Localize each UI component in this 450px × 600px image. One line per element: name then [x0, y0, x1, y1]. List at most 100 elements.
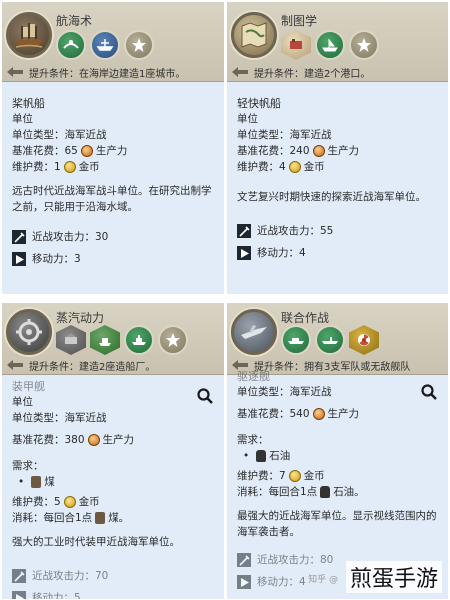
- upkeep-unit: 金币: [78, 496, 100, 508]
- star-icon[interactable]: [158, 325, 188, 355]
- requirement-item: 石油: [269, 450, 291, 462]
- production-icon: [312, 145, 325, 157]
- unit-type: 单位类型：海军近战: [237, 129, 332, 141]
- boost-icon: [232, 67, 248, 77]
- oil-icon: [320, 486, 331, 498]
- cost-text: 基准花费：540: [237, 408, 310, 420]
- nuclear-icon[interactable]: [349, 325, 379, 355]
- tech-portrait-map-icon[interactable]: [231, 12, 277, 58]
- consume-text: 消耗：每回合1点: [237, 486, 318, 498]
- sword-icon: [237, 224, 251, 238]
- oil-icon: [256, 450, 267, 462]
- sword-icon: [237, 553, 251, 567]
- harbor-district-icon[interactable]: [281, 30, 311, 60]
- unit-type: 单位类型：海军近战: [12, 129, 107, 141]
- tech-header: 蒸汽动力 提升条件：建造2座造船厂。: [2, 303, 224, 375]
- gold-icon: [288, 470, 301, 482]
- harbor-icon[interactable]: [56, 30, 86, 60]
- boost-text: 提升条件：建造2座造船厂。: [29, 361, 156, 373]
- unit-description: 最强大的近战海军单位。显示视线范围内的海军袭击者。: [237, 510, 437, 538]
- tech-portrait-steam-icon[interactable]: [6, 309, 52, 355]
- shipyard-icon[interactable]: [56, 325, 86, 355]
- gold-icon: [63, 161, 76, 173]
- cost-text: 基准花费：380: [12, 434, 85, 446]
- melee-text: 近战攻击力：55: [257, 225, 334, 237]
- sword-icon: [12, 569, 26, 583]
- boost-text: 提升条件：在海岸边建造1座城市。: [29, 68, 186, 80]
- tech-title: 蒸汽动力: [56, 311, 105, 325]
- upkeep-text: 维护费：5: [12, 496, 61, 508]
- move-row: 移动力：4: [237, 245, 440, 261]
- melee-text: 近战攻击力：70: [32, 570, 109, 582]
- move-text: 移动力：4: [257, 247, 306, 259]
- production-icon: [312, 408, 325, 420]
- bullet: •: [243, 450, 250, 462]
- consume-row: 消耗：每回合1点 煤。: [12, 510, 216, 526]
- upkeep-text: 维护费：4: [237, 161, 286, 173]
- sword-icon: [12, 230, 26, 244]
- upkeep-unit: 金币: [303, 470, 325, 482]
- unit-name: 轻快帆船: [237, 97, 281, 110]
- requirement-item: 煤: [44, 476, 55, 488]
- destroyer-unit-icon[interactable]: [281, 325, 311, 355]
- movement-icon: [12, 252, 26, 266]
- upkeep-text: 维护费：1: [12, 161, 61, 173]
- movement-icon: [12, 591, 26, 599]
- tech-title: 航海术: [56, 14, 93, 28]
- cost-row: 基准花费：240 生产力: [237, 143, 440, 159]
- unit-type: 单位类型：海军近战: [12, 412, 107, 424]
- unit-description: 远古时代近战海军战斗单位。在研究出制学之前，只能用于沿海水域。: [12, 185, 212, 213]
- melee-row: 近战攻击力：55: [237, 223, 440, 239]
- cost-unit: 生产力: [102, 434, 135, 446]
- tech-card-cartography: 制图学 提升条件：建造2个港口。 轻快帆船 单位 单位类型：海军近战 基准花费：…: [227, 2, 448, 294]
- star-icon[interactable]: [349, 30, 379, 60]
- gold-icon: [288, 161, 301, 173]
- requirement-label: 需求：: [237, 434, 269, 446]
- move-text: 移动力：5: [32, 592, 81, 599]
- galley-unit-icon[interactable]: [90, 30, 120, 60]
- move-row: 移动力：5: [12, 590, 216, 599]
- upkeep-unit: 金币: [78, 161, 100, 173]
- watermark: 煎蛋手游: [345, 561, 442, 593]
- tech-title: 联合作战: [281, 311, 330, 325]
- ironclad-unit-icon[interactable]: [124, 325, 154, 355]
- requirement-label: 需求：: [12, 460, 44, 472]
- upkeep-row: 维护费：1 金币: [12, 159, 216, 175]
- move-text: 移动力：3: [32, 253, 81, 265]
- cost-unit: 生产力: [327, 408, 360, 420]
- unit-name: 驱逐舰: [237, 370, 270, 383]
- unit-description: 文艺复兴时期快速的探索近战海军单位。: [237, 191, 426, 203]
- cost-unit: 生产力: [95, 145, 128, 157]
- movement-icon: [237, 246, 251, 260]
- coal-icon: [31, 476, 42, 488]
- tech-title: 制图学: [281, 14, 318, 28]
- cost-row: 基准花费：540 生产力: [237, 406, 440, 422]
- cost-row: 基准花费：65 生产力: [12, 143, 216, 159]
- gold-icon: [63, 496, 76, 508]
- cost-unit: 生产力: [327, 145, 360, 157]
- star-icon[interactable]: [124, 30, 154, 60]
- boost-condition: 提升条件：在海岸边建造1座城市。: [6, 64, 220, 80]
- unit-name: 装甲舰: [12, 380, 45, 393]
- upkeep-row: 维护费：7 金币: [237, 468, 440, 484]
- melee-row: 近战攻击力：70: [12, 568, 216, 584]
- aircraft-carrier-icon[interactable]: [315, 325, 345, 355]
- unit-label: 单位: [12, 113, 33, 125]
- production-icon: [87, 434, 100, 446]
- tech-header: 制图学 提升条件：建造2个港口。: [227, 2, 448, 82]
- tech-portrait-ship-icon[interactable]: [6, 12, 52, 58]
- cost-text: 基准花费：65: [12, 145, 78, 157]
- watermark-small: 知乎 @: [308, 575, 338, 585]
- caravel-unit-icon[interactable]: [315, 30, 345, 60]
- unit-label: 单位: [12, 396, 33, 408]
- unit-info: 轻快帆船 单位 单位类型：海军近战 基准花费：240 生产力 维护费：4 金币 …: [237, 96, 440, 261]
- tech-header: 航海术 提升条件：在海岸边建造1座城市。: [2, 2, 224, 82]
- boost-icon: [7, 67, 23, 77]
- tech-card-combined-arms: 联合作战 提升条件：拥有3支军队或无敌舰队 驱逐舰 单位类型：海军近战 基准花费…: [227, 303, 448, 599]
- tech-portrait-jet-icon[interactable]: [231, 309, 277, 355]
- melee-row: 近战攻击力：30: [12, 229, 216, 245]
- consume-row: 消耗：每回合1点 石油。: [237, 484, 440, 500]
- melee-text: 近战攻击力：80: [257, 554, 334, 566]
- shipyard-building-icon[interactable]: [90, 325, 120, 355]
- upkeep-row: 维护费：4 金币: [237, 159, 440, 175]
